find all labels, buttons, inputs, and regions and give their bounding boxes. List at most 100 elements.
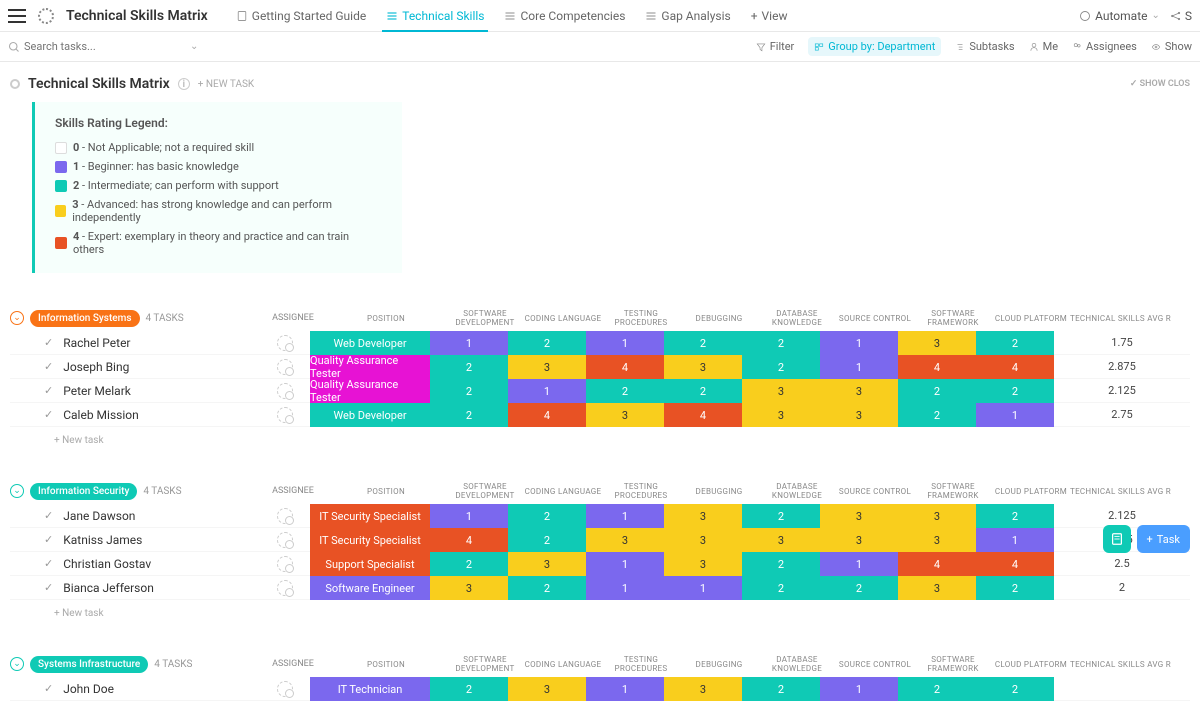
score-cell[interactable]: 4 — [586, 355, 664, 379]
score-cell[interactable]: 2 — [898, 677, 976, 701]
check-icon[interactable]: ✓ — [44, 408, 53, 421]
score-cell[interactable]: 2 — [508, 576, 586, 600]
assignee-placeholder[interactable] — [277, 383, 293, 399]
score-cell[interactable]: 4 — [976, 355, 1054, 379]
new-task-fab[interactable]: + Task — [1137, 525, 1190, 553]
score-cell[interactable]: 3 — [586, 403, 664, 427]
section-badge[interactable]: Information Security — [30, 483, 137, 500]
score-cell[interactable]: 2 — [508, 504, 586, 528]
score-cell[interactable]: 2 — [898, 379, 976, 403]
score-cell[interactable]: 3 — [508, 355, 586, 379]
table-row[interactable]: ✓Caleb MissionWeb Developer243433212.75 — [10, 403, 1190, 427]
assignee-placeholder[interactable] — [277, 681, 293, 697]
task-name[interactable]: John Doe — [63, 682, 114, 696]
score-cell[interactable]: 1 — [430, 504, 508, 528]
chevron-down-icon[interactable]: ⌄ — [190, 41, 198, 52]
score-cell[interactable]: 3 — [664, 528, 742, 552]
score-cell[interactable]: 2 — [976, 677, 1054, 701]
score-cell[interactable]: 4 — [898, 552, 976, 576]
score-cell[interactable]: 2 — [898, 403, 976, 427]
score-cell[interactable]: 1 — [586, 504, 664, 528]
table-row[interactable]: ✓Rachel PeterWeb Developer121221321.75 — [10, 331, 1190, 355]
task-name[interactable]: Katniss James — [63, 533, 142, 547]
table-row[interactable]: ✓John DoeIT Technician23132122 — [10, 677, 1190, 701]
score-cell[interactable]: 2 — [664, 331, 742, 355]
task-name[interactable]: Caleb Mission — [63, 408, 139, 422]
task-name[interactable]: Joseph Bing — [63, 360, 129, 374]
subtasks-button[interactable]: Subtasks — [955, 40, 1014, 53]
menu-icon[interactable] — [8, 9, 26, 23]
check-icon[interactable]: ✓ — [44, 682, 53, 695]
score-cell[interactable]: 1 — [586, 331, 664, 355]
check-icon[interactable]: ✓ — [44, 509, 53, 522]
score-cell[interactable]: 2 — [976, 576, 1054, 600]
score-cell[interactable]: 2 — [820, 576, 898, 600]
score-cell[interactable]: 1 — [586, 552, 664, 576]
table-row[interactable]: ✓Joseph BingQuality Assurance Tester2343… — [10, 355, 1190, 379]
table-row[interactable]: ✓Jane DawsonIT Security Specialist121323… — [10, 504, 1190, 528]
tab-core-competencies[interactable]: Core Competencies — [504, 1, 625, 31]
score-cell[interactable]: 3 — [820, 504, 898, 528]
task-name[interactable]: Bianca Jefferson — [63, 581, 154, 595]
score-cell[interactable]: 3 — [664, 355, 742, 379]
score-cell[interactable]: 3 — [820, 528, 898, 552]
table-row[interactable]: ✓Christian GostavSupport Specialist23132… — [10, 552, 1190, 576]
tab-technical-skills[interactable]: Technical Skills — [386, 1, 484, 31]
score-cell[interactable]: 4 — [976, 552, 1054, 576]
score-cell[interactable]: 4 — [664, 403, 742, 427]
score-cell[interactable]: 1 — [586, 576, 664, 600]
new-task-row[interactable]: + New task — [10, 427, 1190, 446]
check-icon[interactable]: ✓ — [44, 581, 53, 594]
collapse-icon[interactable]: ⌄ — [10, 311, 24, 325]
tab-getting-started[interactable]: Getting Started Guide — [236, 1, 366, 31]
check-icon[interactable]: ✓ — [44, 336, 53, 349]
score-cell[interactable]: 3 — [820, 403, 898, 427]
groupby-button[interactable]: Group by: Department — [808, 37, 941, 56]
me-button[interactable]: Me — [1029, 40, 1058, 53]
score-cell[interactable]: 3 — [430, 576, 508, 600]
score-cell[interactable]: 2 — [976, 379, 1054, 403]
assignee-placeholder[interactable] — [277, 335, 293, 351]
assignee-placeholder[interactable] — [277, 556, 293, 572]
automate-button[interactable]: Automate ⌄ — [1079, 9, 1160, 23]
collapse-icon[interactable]: ⌄ — [10, 657, 24, 671]
score-cell[interactable]: 4 — [430, 528, 508, 552]
score-cell[interactable]: 2 — [742, 552, 820, 576]
show-button[interactable]: Show — [1151, 40, 1192, 53]
score-cell[interactable]: 1 — [664, 576, 742, 600]
score-cell[interactable]: 3 — [742, 379, 820, 403]
score-cell[interactable]: 2 — [586, 379, 664, 403]
score-cell[interactable]: 4 — [898, 355, 976, 379]
search-input[interactable] — [24, 40, 124, 53]
assignee-placeholder[interactable] — [277, 407, 293, 423]
score-cell[interactable]: 1 — [586, 677, 664, 701]
score-cell[interactable]: 2 — [430, 403, 508, 427]
score-cell[interactable]: 2 — [742, 504, 820, 528]
new-task-link[interactable]: + NEW TASK — [198, 79, 254, 90]
score-cell[interactable]: 2 — [742, 576, 820, 600]
table-row[interactable]: ✓Katniss JamesIT Security Specialist4233… — [10, 528, 1190, 552]
score-cell[interactable]: 2 — [430, 379, 508, 403]
assignee-placeholder[interactable] — [277, 580, 293, 596]
collapse-icon[interactable]: ⌄ — [10, 484, 24, 498]
score-cell[interactable]: 2 — [664, 379, 742, 403]
score-cell[interactable]: 3 — [898, 576, 976, 600]
tab-gap-analysis[interactable]: Gap Analysis — [645, 1, 730, 31]
score-cell[interactable]: 4 — [508, 403, 586, 427]
score-cell[interactable]: 2 — [430, 355, 508, 379]
score-cell[interactable]: 1 — [430, 331, 508, 355]
info-icon[interactable]: i — [178, 78, 190, 90]
assignee-placeholder[interactable] — [277, 532, 293, 548]
add-view[interactable]: + View — [751, 1, 788, 31]
score-cell[interactable]: 3 — [898, 504, 976, 528]
position-cell[interactable]: IT Technician — [310, 677, 430, 701]
score-cell[interactable]: 2 — [430, 552, 508, 576]
score-cell[interactable]: 3 — [664, 677, 742, 701]
score-cell[interactable]: 1 — [508, 379, 586, 403]
section-badge[interactable]: Information Systems — [30, 310, 140, 327]
position-cell[interactable]: IT Security Specialist — [310, 528, 430, 552]
check-icon[interactable]: ✓ — [44, 533, 53, 546]
score-cell[interactable]: 3 — [508, 552, 586, 576]
score-cell[interactable]: 3 — [742, 528, 820, 552]
score-cell[interactable]: 1 — [820, 355, 898, 379]
